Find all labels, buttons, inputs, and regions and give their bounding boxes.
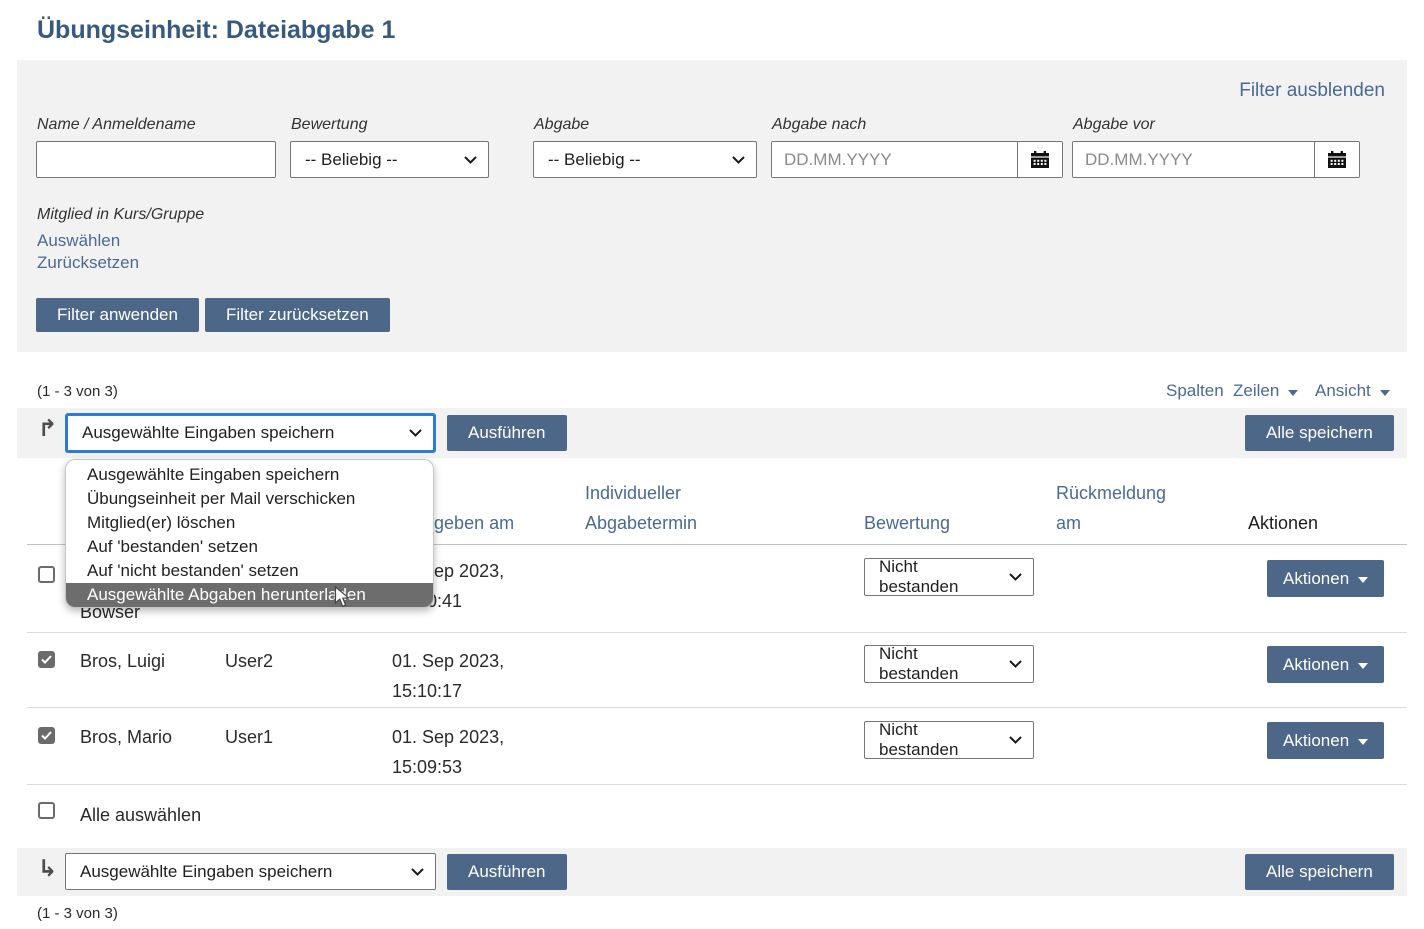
caret-down-icon xyxy=(1358,577,1368,583)
member-name: Bros, Mario xyxy=(80,722,172,752)
pagination-top: (1 - 3 von 3) xyxy=(37,383,118,400)
bulk-option[interactable]: Ausgewählte Eingaben speichern xyxy=(66,463,433,487)
page-title: Übungseinheit: Dateiabgabe 1 xyxy=(37,16,395,45)
calendar-icon xyxy=(1328,151,1346,168)
hide-filter-link[interactable]: Filter ausblenden xyxy=(1239,80,1385,102)
view-link[interactable]: Ansicht xyxy=(1315,381,1390,401)
bulk-option[interactable]: Übungseinheit per Mail verschicken xyxy=(66,487,433,511)
chevron-down-icon xyxy=(1009,660,1022,668)
caret-down-icon xyxy=(1358,663,1368,669)
exercise-member-page: Übungseinheit: Dateiabgabe 1 Filter ausb… xyxy=(0,0,1424,929)
chevron-down-icon xyxy=(1009,573,1022,581)
abgabe-nach-label: Abgabe nach xyxy=(772,116,866,134)
member-filter-label: Mitglied in Kurs/Gruppe xyxy=(37,206,204,224)
bulk-action-select-top[interactable]: Ausgewählte Eingaben speichern xyxy=(65,413,436,453)
row-actions-button[interactable]: Aktionen xyxy=(1267,560,1384,597)
row-checkbox[interactable] xyxy=(38,651,55,668)
name-filter-label: Name / Anmeldename xyxy=(37,116,196,134)
col-header-feedback[interactable]: Rückmeldungam xyxy=(1056,478,1166,538)
abgabe-vor-field xyxy=(1072,141,1360,178)
row-checkbox[interactable] xyxy=(38,566,55,583)
bulk-action-select-bottom[interactable]: Ausgewählte Eingaben speichern xyxy=(65,853,436,890)
save-all-button-top[interactable]: Alle speichern xyxy=(1245,415,1394,451)
col-header-individual-deadline[interactable]: IndividuellerAbgabetermin xyxy=(585,478,697,538)
bulk-option[interactable]: Mitglied(er) löschen xyxy=(66,511,433,535)
apply-to-selection-icon: ↳ xyxy=(38,858,57,881)
member-select-link[interactable]: Auswählen xyxy=(37,231,120,251)
chevron-down-icon xyxy=(409,429,422,437)
chevron-down-icon xyxy=(411,868,424,876)
row-actions-button[interactable]: Aktionen xyxy=(1267,722,1384,759)
chevron-down-icon xyxy=(732,156,745,164)
row-divider xyxy=(27,632,1407,633)
bulk-action-bar-top: ↱ Ausgewählte Eingaben speichern Ausführ… xyxy=(17,408,1407,458)
abgabe-nach-field xyxy=(771,141,1063,178)
col-header-aktionen: Aktionen xyxy=(1248,508,1318,538)
member-name: Bros, Luigi xyxy=(80,646,165,676)
apply-filter-button[interactable]: Filter anwenden xyxy=(36,298,199,332)
row-divider xyxy=(27,784,1407,785)
execute-button-top[interactable]: Ausführen xyxy=(447,415,567,451)
bulk-option[interactable]: Auf 'bestanden' setzen xyxy=(66,535,433,559)
member-login: User2 xyxy=(225,646,273,676)
bewertung-select[interactable]: Nicht bestanden xyxy=(864,721,1034,759)
member-login: User1 xyxy=(225,722,273,752)
row-divider xyxy=(27,707,1407,708)
row-actions-button[interactable]: Aktionen xyxy=(1267,646,1384,683)
caret-down-icon xyxy=(1380,390,1390,396)
pagination-bottom: (1 - 3 von 3) xyxy=(37,905,118,922)
select-all-label: Alle auswählen xyxy=(80,800,201,830)
abgabe-vor-label: Abgabe vor xyxy=(1073,116,1155,134)
calendar-button[interactable] xyxy=(1017,142,1062,177)
bewertung-select[interactable]: Nicht bestanden xyxy=(864,558,1034,596)
abgabe-nach-input[interactable] xyxy=(772,142,1017,177)
columns-link[interactable]: Spalten xyxy=(1166,381,1224,401)
caret-down-icon xyxy=(1358,739,1368,745)
row-checkbox[interactable] xyxy=(38,727,55,744)
execute-button-bottom[interactable]: Ausführen xyxy=(447,854,567,890)
bulk-option-highlighted[interactable]: Ausgewählte Abgaben herunterladen xyxy=(66,583,433,607)
abgabe-filter-label: Abgabe xyxy=(534,116,589,134)
bewertung-select[interactable]: Nicht bestanden xyxy=(864,645,1034,683)
bewertung-filter-label: Bewertung xyxy=(291,116,368,134)
submitted-at: 01. Sep 2023,15:09:53 xyxy=(392,722,504,782)
name-filter-input[interactable] xyxy=(36,141,276,178)
bewertung-filter-select[interactable]: -- Beliebig -- xyxy=(290,141,489,178)
chevron-down-icon xyxy=(1009,736,1022,744)
rows-link[interactable]: Zeilen xyxy=(1233,381,1298,401)
caret-down-icon xyxy=(1288,390,1298,396)
abgabe-filter-select[interactable]: -- Beliebig -- xyxy=(533,141,757,178)
abgabe-vor-input[interactable] xyxy=(1073,142,1314,177)
select-all-checkbox[interactable] xyxy=(38,802,55,819)
filter-panel: Filter ausblenden Name / Anmeldename Bew… xyxy=(17,60,1407,352)
bulk-action-dropdown: Ausgewählte Eingaben speichern Übungsein… xyxy=(65,459,434,608)
bulk-action-bar-bottom: ↳ Ausgewählte Eingaben speichern Ausführ… xyxy=(17,848,1407,896)
calendar-button[interactable] xyxy=(1314,142,1359,177)
bulk-option[interactable]: Auf 'nicht bestanden' setzen xyxy=(66,559,433,583)
mouse-cursor-icon xyxy=(334,586,354,609)
apply-to-selection-icon: ↱ xyxy=(38,418,57,441)
member-reset-link[interactable]: Zurücksetzen xyxy=(37,253,139,273)
reset-filter-button[interactable]: Filter zurücksetzen xyxy=(205,298,390,332)
save-all-button-bottom[interactable]: Alle speichern xyxy=(1245,854,1394,890)
submitted-at: 01. Sep 2023,15:10:17 xyxy=(392,646,504,706)
chevron-down-icon xyxy=(464,156,477,164)
name-filter-field-wrap xyxy=(36,141,276,178)
col-header-bewertung[interactable]: Bewertung xyxy=(864,508,950,538)
calendar-icon xyxy=(1031,151,1049,168)
